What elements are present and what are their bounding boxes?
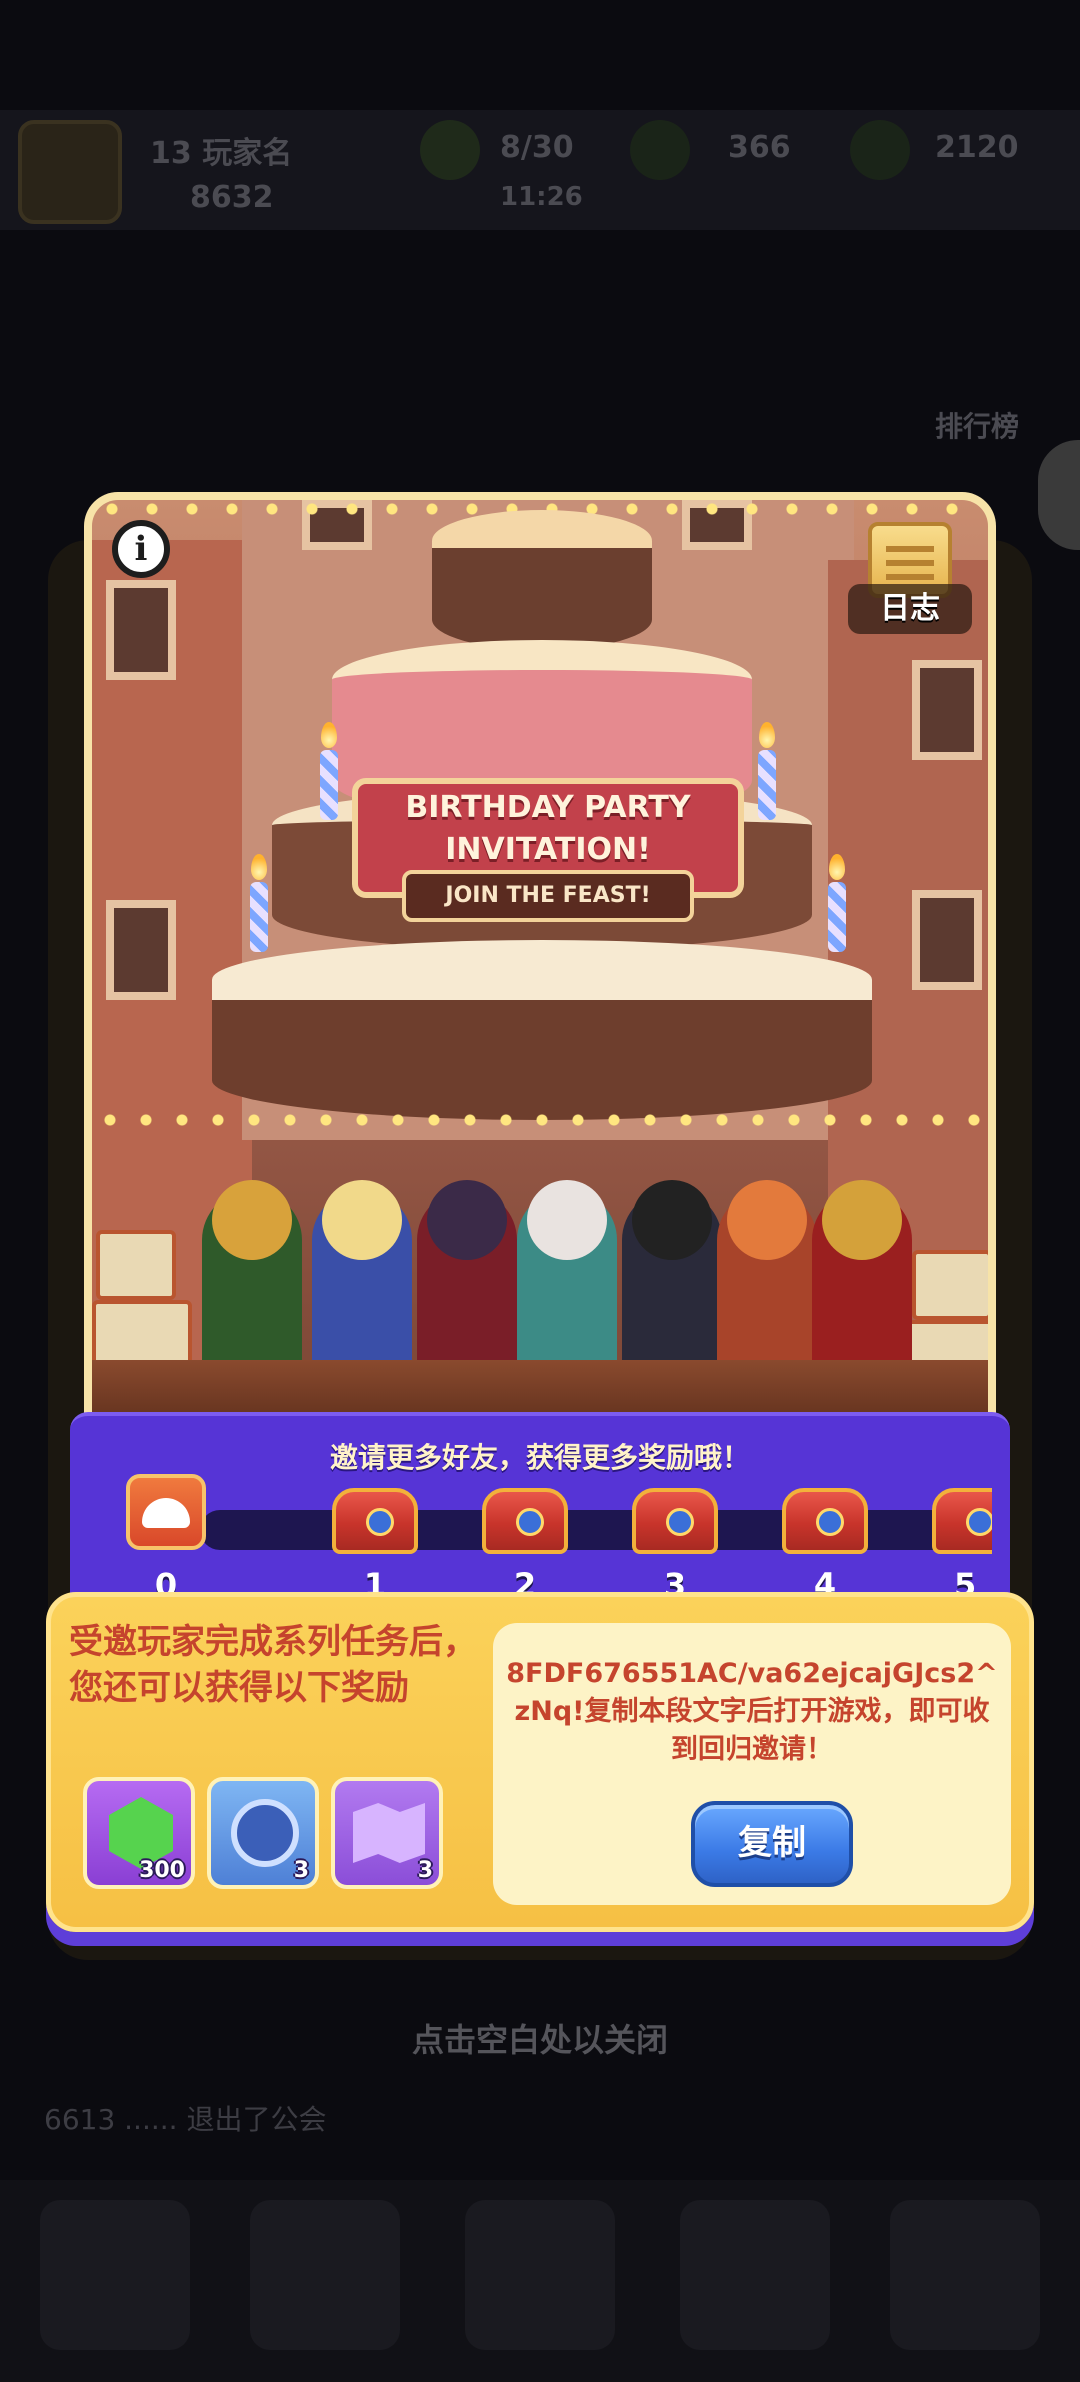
string-lights bbox=[92, 1100, 988, 1140]
birthday-banner: BIRTHDAY PARTY INVITATION! JOIN THE FEAS… bbox=[84, 492, 996, 1422]
gift-box bbox=[96, 1230, 176, 1300]
window bbox=[106, 580, 176, 680]
milestone-chest[interactable] bbox=[330, 1474, 420, 1564]
progress-title: 邀请更多好友，获得更多奖励哦！ bbox=[329, 1441, 750, 1474]
copy-button[interactable]: 复制 bbox=[691, 1801, 853, 1887]
bg-stat-c: 2120 bbox=[935, 130, 1019, 165]
reward-item-map[interactable]: 3 bbox=[331, 1777, 443, 1889]
bg-bottom-button bbox=[890, 2200, 1040, 2350]
reward-count: 300 bbox=[139, 1858, 185, 1883]
bg-currency: 8632 bbox=[190, 180, 274, 215]
milestone-chest[interactable] bbox=[930, 1474, 992, 1564]
window bbox=[106, 900, 176, 1000]
reward-count: 3 bbox=[293, 1858, 309, 1883]
map-scroll-icon bbox=[353, 1803, 425, 1863]
reward-count: 3 bbox=[417, 1858, 433, 1883]
log-button[interactable]: 日志 bbox=[848, 522, 972, 638]
bg-bottom-button bbox=[250, 2200, 400, 2350]
window bbox=[912, 660, 982, 760]
candle-flame bbox=[321, 722, 337, 748]
reward-item-gem[interactable]: 300 bbox=[83, 1777, 195, 1889]
bg-stat-b-icon bbox=[630, 120, 690, 180]
bg-bottom-button bbox=[40, 2200, 190, 2350]
invite-code-text: 8FDF676551AC/va62ejcajGJcs2^zNq!复制本段文字后打… bbox=[506, 1658, 998, 1765]
bg-ranking-label: 排行榜 bbox=[935, 410, 1020, 443]
cake-tier bbox=[432, 510, 652, 650]
milestone-chest[interactable] bbox=[480, 1474, 570, 1564]
candle bbox=[250, 882, 268, 952]
chest-icon bbox=[932, 1488, 992, 1554]
milestone-chest[interactable] bbox=[630, 1474, 720, 1564]
ribbon-subtitle: JOIN THE FEAST! bbox=[402, 870, 694, 922]
bg-bottom-button bbox=[680, 2200, 830, 2350]
chest-icon bbox=[782, 1488, 868, 1554]
candle-flame bbox=[251, 854, 267, 880]
ribbon-title-line1: BIRTHDAY PARTY bbox=[405, 790, 691, 825]
bg-stat-c-icon bbox=[850, 120, 910, 180]
log-label: 日志 bbox=[848, 584, 972, 634]
candle bbox=[758, 750, 776, 820]
chest-icon bbox=[482, 1488, 568, 1554]
bg-stat-a-icon bbox=[420, 120, 480, 180]
reward-items: 300 3 3 bbox=[83, 1777, 483, 1897]
ribbon-title-line2: INVITATION! bbox=[445, 832, 651, 867]
candle bbox=[320, 750, 338, 820]
info-icon[interactable]: i bbox=[112, 520, 170, 578]
candle-flame bbox=[759, 722, 775, 748]
chest-icon bbox=[332, 1488, 418, 1554]
chest-icon bbox=[632, 1488, 718, 1554]
gift-box bbox=[912, 1250, 988, 1320]
bg-player-level: 13 玩家名 bbox=[150, 136, 293, 171]
bg-side-bubble bbox=[1038, 440, 1080, 550]
candle-flame bbox=[829, 854, 845, 880]
candle bbox=[828, 882, 846, 952]
bg-stat-b: 366 bbox=[728, 130, 791, 165]
invite-code-box: 8FDF676551AC/va62ejcajGJcs2^zNq!复制本段文字后打… bbox=[493, 1623, 1011, 1905]
milestone-chest[interactable] bbox=[780, 1474, 870, 1564]
close-hint[interactable]: 点击空白处以关闭 bbox=[0, 2015, 1080, 2061]
reward-description: 受邀玩家完成系列任务后，您还可以获得以下奖励 bbox=[69, 1622, 477, 1708]
bg-player-avatar bbox=[18, 120, 122, 224]
bg-stat-time: 11:26 bbox=[500, 182, 583, 212]
bg-chat-line: 6613 ...... 退出了公会 bbox=[44, 2103, 327, 2136]
friends-icon bbox=[126, 1474, 206, 1550]
bg-bottom-button bbox=[465, 2200, 615, 2350]
cake-tier bbox=[212, 940, 872, 1120]
shield-badge-icon bbox=[231, 1799, 299, 1867]
bg-stat-a: 8/30 bbox=[500, 130, 574, 165]
reward-item-badge[interactable]: 3 bbox=[207, 1777, 319, 1889]
window bbox=[912, 890, 982, 990]
reward-panel: 受邀玩家完成系列任务后，您还可以获得以下奖励 300 3 3 8FDF67655… bbox=[46, 1592, 1034, 1932]
